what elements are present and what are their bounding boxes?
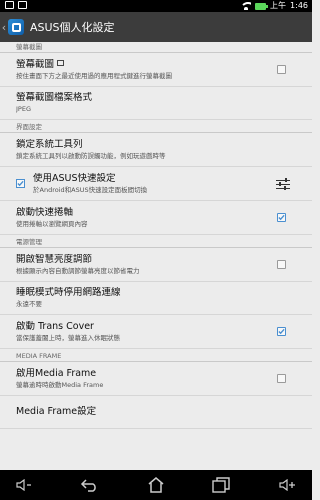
sleep-network-row[interactable]: 睡眠模式時停用網路連線 永遠不要 [0, 282, 312, 315]
navigation-bar [0, 470, 312, 500]
screenshot-format-value: JPEG [16, 105, 31, 113]
time-prefix: 上午 [270, 1, 287, 10]
asus-quick-settings-checkbox[interactable] [16, 179, 25, 188]
section-header-media-frame: MEDIA FRAME [0, 349, 312, 362]
trans-cover-title: 啟動 Trans Cover [16, 320, 94, 332]
lock-toolbar-summary: 鎖定系統工具列以啟動防誤觸功能，例如玩遊戲時等 [16, 151, 166, 160]
settings-list[interactable]: 螢幕截圖 螢幕截圖 按住畫面下方之最近使用過的應用程式鍵進行螢幕截圖 螢幕截圖檔… [0, 42, 312, 460]
quick-scroll-row[interactable]: 啟動快速捲軸 使用捲軸以瀏覽網頁內容 [0, 201, 312, 235]
popup-window-icon [57, 59, 65, 66]
enable-media-frame-title: 啟用Media Frame [16, 367, 97, 379]
asus-customized-settings-app-icon[interactable] [8, 19, 24, 35]
quick-scroll-checkbox[interactable] [277, 213, 286, 222]
screenshot-summary: 按住畫面下方之最近使用過的應用程式鍵進行螢幕截圖 [16, 71, 172, 80]
asus-quick-settings-row[interactable]: 使用ASUS快速設定 於Android和ASUS快速設定面板間切換 [0, 167, 312, 201]
section-header-power: 電源管理 [0, 235, 312, 248]
section-header-ui: 界面設定 [0, 120, 312, 133]
trans-cover-row[interactable]: 啟動 Trans Cover 當保護蓋闔上時，螢幕進入休眠狀態 [0, 315, 312, 349]
quick-scroll-title: 啟動快速捲軸 [16, 206, 74, 218]
back-icon[interactable] [79, 475, 101, 495]
home-icon[interactable] [145, 475, 167, 495]
asus-quick-settings-summary: 於Android和ASUS快速設定面板間切換 [33, 185, 148, 194]
sleep-network-title: 睡眠模式時停用網路連線 [16, 287, 121, 298]
clock: 1:46 [290, 1, 308, 10]
screenshot-format-title: 螢幕截圖檔案格式 [16, 92, 93, 103]
quick-scroll-summary: 使用捲軸以瀏覽網頁內容 [16, 219, 88, 228]
wifi-icon [241, 2, 252, 10]
lock-toolbar-row[interactable]: 鎖定系統工具列 鎖定系統工具列以啟動防誤觸功能，例如玩遊戲時等 [0, 133, 312, 167]
notification-box-icon [18, 1, 27, 9]
enable-media-frame-summary: 螢幕逾時時啟動Media Frame [16, 380, 104, 389]
battery-icon [255, 2, 269, 10]
smart-brightness-row[interactable]: 開啟智慧亮度調節 根據顯示內容自動調節螢幕亮度以節省電力 [0, 248, 312, 282]
sleep-network-value: 永遠不要 [16, 300, 42, 308]
enable-media-frame-checkbox[interactable] [277, 374, 286, 383]
volume-down-icon[interactable] [13, 475, 35, 495]
lock-toolbar-title: 鎖定系統工具列 [16, 138, 83, 150]
screenshot-title: 螢幕截圖 [16, 58, 55, 70]
trans-cover-summary: 當保護蓋闔上時，螢幕進入休眠狀態 [16, 333, 120, 342]
page-title: ASUS個人化設定 [30, 21, 115, 34]
asus-quick-settings-title: 使用ASUS快速設定 [33, 172, 116, 184]
media-frame-settings-row[interactable]: Media Frame設定 [0, 396, 312, 429]
smart-brightness-checkbox[interactable] [277, 260, 286, 269]
recent-apps-icon[interactable] [210, 475, 232, 495]
notification-box-icon [5, 1, 14, 9]
section-header-screenshot: 螢幕截圖 [0, 42, 312, 53]
volume-up-icon[interactable] [276, 475, 298, 495]
screenshot-format-row[interactable]: 螢幕截圖檔案格式 JPEG [0, 87, 312, 120]
trans-cover-checkbox[interactable] [277, 327, 286, 336]
media-frame-settings-title: Media Frame設定 [16, 406, 97, 417]
up-caret-icon[interactable]: ‹ [0, 12, 8, 42]
smart-brightness-title: 開啟智慧亮度調節 [16, 253, 93, 265]
screenshot-setting-row[interactable]: 螢幕截圖 按住畫面下方之最近使用過的應用程式鍵進行螢幕截圖 [0, 53, 312, 87]
screenshot-checkbox[interactable] [277, 65, 286, 74]
settings-sliders-icon[interactable] [276, 177, 290, 190]
action-bar: ‹ ASUS個人化設定 [0, 12, 312, 42]
smart-brightness-summary: 根據顯示內容自動調節螢幕亮度以節省電力 [16, 266, 140, 275]
status-bar: 上午 1:46 [0, 0, 312, 12]
enable-media-frame-row[interactable]: 啟用Media Frame 螢幕逾時時啟動Media Frame [0, 362, 312, 396]
